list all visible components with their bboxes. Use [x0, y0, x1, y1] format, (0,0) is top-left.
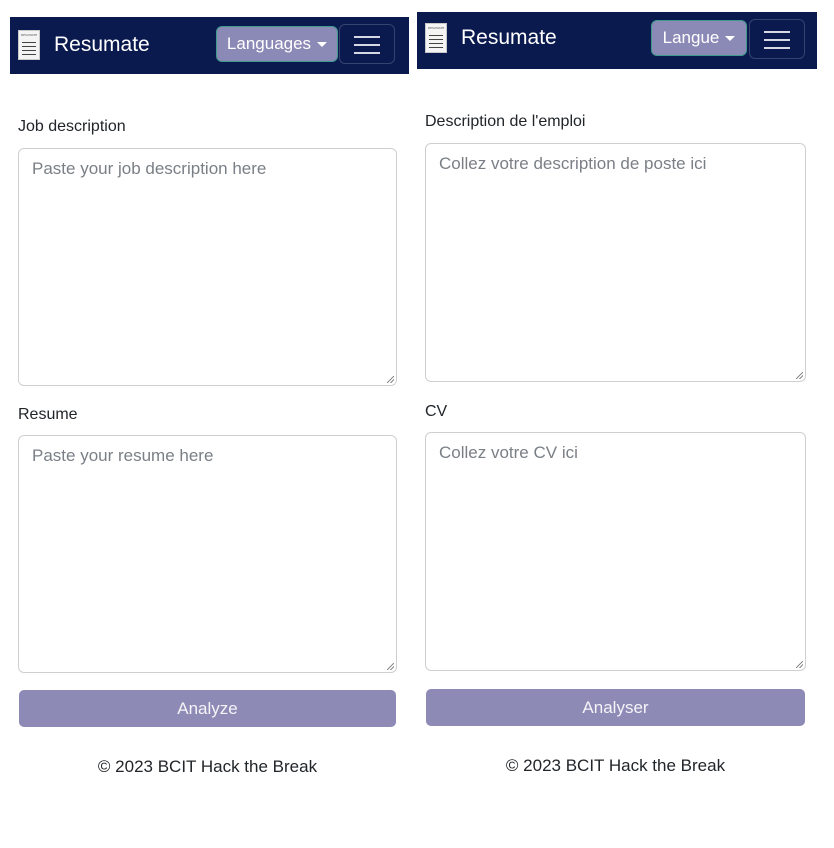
resume-textarea[interactable]: Collez votre CV ici — [425, 432, 806, 671]
resume-logo-icon: RESUMATE — [18, 30, 40, 60]
navbar: RESUMATE Resumate Languages — [10, 17, 409, 74]
languages-dropdown-button[interactable]: Langue — [651, 20, 747, 56]
job-description-label: Job description — [18, 118, 126, 135]
resize-grip-icon[interactable] — [796, 372, 803, 379]
job-description-label: Description de l'emploi — [425, 113, 586, 130]
analyze-button[interactable]: Analyser — [426, 689, 805, 726]
brand-name: Resumate — [461, 26, 557, 49]
resize-grip-icon[interactable] — [387, 376, 394, 383]
job-description-textarea[interactable]: Paste your job description here — [18, 148, 397, 386]
brand-link[interactable]: RESUMATE Resumate — [18, 30, 150, 60]
resume-logo-icon: RESUMATE — [425, 23, 447, 53]
menu-toggle-button[interactable] — [339, 24, 395, 64]
job-description-placeholder: Collez votre description de poste ici — [439, 154, 707, 173]
caret-down-icon — [725, 35, 736, 41]
resume-placeholder: Paste your resume here — [32, 446, 214, 465]
menu-toggle-button[interactable] — [749, 19, 805, 59]
french-panel: RESUMATE Resumate Langue Description de … — [410, 0, 834, 848]
brand-name: Resumate — [54, 33, 150, 56]
analyze-button[interactable]: Analyze — [19, 690, 396, 727]
resume-label: Resume — [18, 406, 78, 423]
english-panel: RESUMATE Resumate Languages Job descript… — [0, 0, 410, 848]
resize-grip-icon[interactable] — [387, 663, 394, 670]
job-description-placeholder: Paste your job description here — [32, 159, 267, 178]
footer-copyright: © 2023 BCIT Hack the Break — [97, 757, 318, 776]
resume-label: CV — [425, 403, 448, 420]
footer-copyright: © 2023 BCIT Hack the Break — [505, 756, 726, 775]
navbar: RESUMATE Resumate Langue — [417, 12, 817, 69]
job-description-textarea[interactable]: Collez votre description de poste ici — [425, 143, 806, 382]
resize-grip-icon[interactable] — [796, 661, 803, 668]
languages-dropdown-button[interactable]: Languages — [216, 26, 338, 62]
languages-label: Langue — [662, 28, 720, 47]
languages-label: Languages — [226, 34, 312, 53]
caret-down-icon — [317, 41, 328, 47]
resume-placeholder: Collez votre CV ici — [439, 443, 578, 462]
logo-text: RESUMATE — [21, 33, 38, 37]
brand-link[interactable]: RESUMATE Resumate — [425, 23, 557, 53]
resume-textarea[interactable]: Paste your resume here — [18, 435, 397, 673]
logo-text: RESUMATE — [428, 26, 445, 30]
